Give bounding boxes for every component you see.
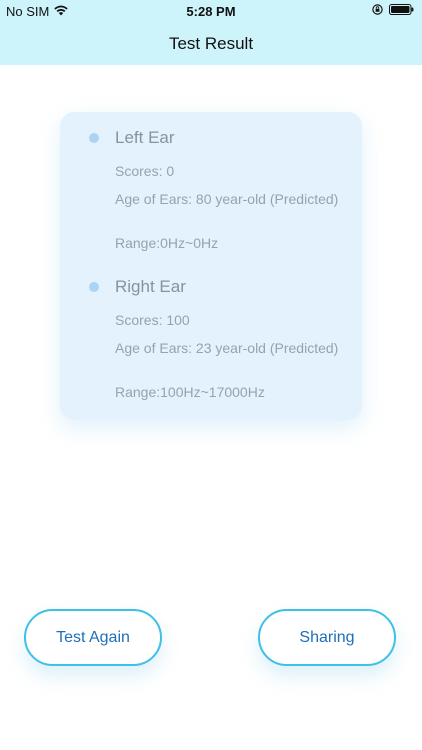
status-right-group bbox=[372, 4, 414, 15]
right-ear-scores: Scores: 100 bbox=[115, 312, 190, 328]
right-ear-title: Right Ear bbox=[115, 277, 186, 296]
right-ear-age: Age of Ears: 23 year-old (Predicted) bbox=[115, 340, 339, 356]
left-ear-range: Range:0Hz~0Hz bbox=[115, 235, 219, 251]
left-ear-title: Left Ear bbox=[115, 128, 175, 147]
page-title: Test Result bbox=[168, 34, 254, 53]
right-ear-range: Range:100Hz~17000Hz bbox=[115, 384, 265, 400]
test-again-button[interactable]: Test Again bbox=[24, 609, 162, 666]
bullet-dot bbox=[89, 133, 99, 143]
bullet-dot bbox=[89, 282, 99, 292]
top-bar: No SIM 5:28 PM Test Result bbox=[0, 0, 422, 65]
status-bar: No SIM 5:28 PM bbox=[0, 0, 422, 22]
rotation-lock-icon bbox=[372, 4, 383, 15]
result-card: Left Ear Scores: 0 Age of Ears: 80 year-… bbox=[60, 112, 362, 420]
left-ear-age: Age of Ears: 80 year-old (Predicted) bbox=[115, 191, 339, 207]
sharing-button[interactable]: Sharing bbox=[258, 609, 396, 666]
left-ear-scores: Scores: 0 bbox=[115, 163, 175, 179]
status-time: 5:28 PM bbox=[186, 4, 236, 19]
battery-icon bbox=[389, 4, 414, 15]
screen: No SIM 5:28 PM Test Result Left Ear Scor… bbox=[0, 0, 422, 750]
